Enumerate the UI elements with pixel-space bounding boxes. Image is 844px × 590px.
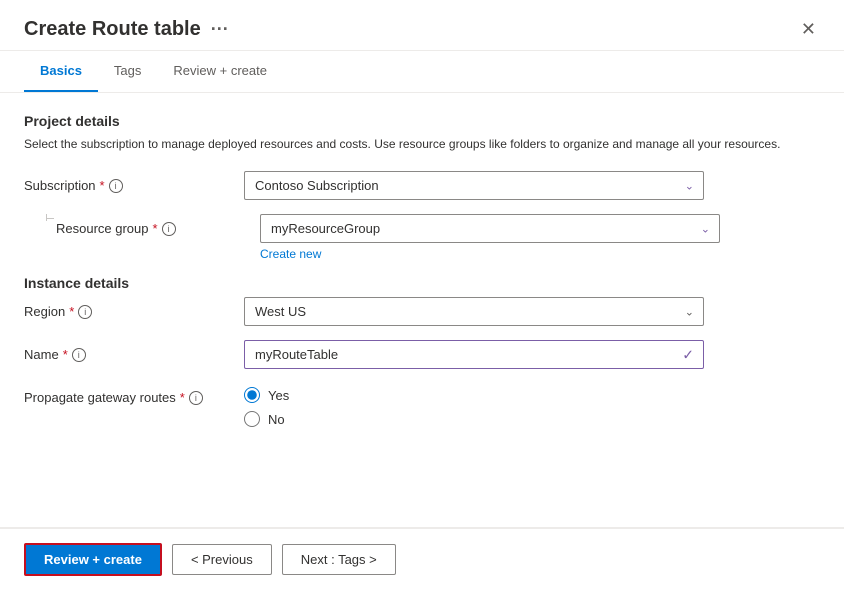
subscription-label: Subscription * i bbox=[24, 171, 244, 193]
region-control-wrap: West US ⌄ bbox=[244, 297, 704, 326]
propagate-radio-group: Yes No bbox=[244, 383, 704, 427]
resource-group-group: Resource group * i myResourceGroup ⌄ Cre… bbox=[24, 214, 820, 261]
close-button[interactable]: ✕ bbox=[797, 16, 820, 42]
footer: Review + create < Previous Next : Tags > bbox=[0, 528, 844, 590]
resource-group-label: Resource group * i bbox=[56, 214, 260, 236]
propagate-yes-option[interactable]: Yes bbox=[244, 387, 704, 403]
propagate-info-icon[interactable]: i bbox=[189, 391, 203, 405]
propagate-yes-label: Yes bbox=[268, 388, 289, 403]
subscription-group: Subscription * i Contoso Subscription ⌄ bbox=[24, 171, 820, 200]
previous-button[interactable]: < Previous bbox=[172, 544, 272, 575]
resource-group-select[interactable]: myResourceGroup bbox=[260, 214, 720, 243]
name-control-wrap: ✓ bbox=[244, 340, 704, 369]
propagate-no-option[interactable]: No bbox=[244, 411, 704, 427]
tabs-bar: Basics Tags Review + create bbox=[0, 51, 844, 93]
create-route-table-panel: Create Route table ··· ✕ Basics Tags Rev… bbox=[0, 0, 844, 590]
subscription-select-wrapper: Contoso Subscription ⌄ bbox=[244, 171, 704, 200]
tab-basics[interactable]: Basics bbox=[24, 51, 98, 92]
resource-group-info-icon[interactable]: i bbox=[162, 222, 176, 236]
propagate-required: * bbox=[180, 390, 185, 405]
resource-group-required: * bbox=[153, 221, 158, 236]
name-check-icon: ✓ bbox=[682, 346, 694, 363]
propagate-yes-radio[interactable] bbox=[244, 387, 260, 403]
project-details-description: Select the subscription to manage deploy… bbox=[24, 135, 820, 153]
name-group: Name * i ✓ bbox=[24, 340, 820, 369]
next-button[interactable]: Next : Tags > bbox=[282, 544, 396, 575]
resource-group-control-wrap: myResourceGroup ⌄ Create new bbox=[260, 214, 720, 261]
region-required: * bbox=[69, 304, 74, 319]
tab-tags[interactable]: Tags bbox=[98, 51, 157, 92]
name-required: * bbox=[63, 347, 68, 362]
region-label: Region * i bbox=[24, 297, 244, 319]
indent-decoration bbox=[40, 214, 56, 221]
panel-title-group: Create Route table ··· bbox=[24, 18, 229, 41]
instance-details-title: Instance details bbox=[24, 275, 820, 291]
region-group: Region * i West US ⌄ bbox=[24, 297, 820, 326]
panel-title-text: Create Route table bbox=[24, 18, 201, 41]
resource-group-select-wrapper: myResourceGroup ⌄ bbox=[260, 214, 720, 243]
subscription-select[interactable]: Contoso Subscription bbox=[244, 171, 704, 200]
subscription-info-icon[interactable]: i bbox=[109, 179, 123, 193]
name-info-icon[interactable]: i bbox=[72, 348, 86, 362]
create-new-link[interactable]: Create new bbox=[260, 247, 321, 261]
instance-details-section: Instance details bbox=[24, 275, 820, 291]
name-input-wrapper: ✓ bbox=[244, 340, 704, 369]
propagate-control-wrap: Yes No bbox=[244, 383, 704, 427]
propagate-group: Propagate gateway routes * i Yes No bbox=[24, 383, 820, 427]
propagate-no-radio[interactable] bbox=[244, 411, 260, 427]
name-label: Name * i bbox=[24, 340, 244, 362]
name-input[interactable] bbox=[244, 340, 704, 369]
review-create-button[interactable]: Review + create bbox=[24, 543, 162, 576]
region-select-wrapper: West US ⌄ bbox=[244, 297, 704, 326]
panel-header: Create Route table ··· ✕ bbox=[0, 0, 844, 51]
subscription-required: * bbox=[100, 178, 105, 193]
more-options-icon[interactable]: ··· bbox=[211, 19, 229, 40]
region-select[interactable]: West US bbox=[244, 297, 704, 326]
subscription-control-wrap: Contoso Subscription ⌄ bbox=[244, 171, 704, 200]
region-info-icon[interactable]: i bbox=[78, 305, 92, 319]
project-details-title: Project details bbox=[24, 113, 820, 129]
propagate-no-label: No bbox=[268, 412, 285, 427]
form-content: Project details Select the subscription … bbox=[0, 93, 844, 527]
propagate-label: Propagate gateway routes * i bbox=[24, 383, 244, 405]
tab-review-create[interactable]: Review + create bbox=[157, 51, 283, 92]
